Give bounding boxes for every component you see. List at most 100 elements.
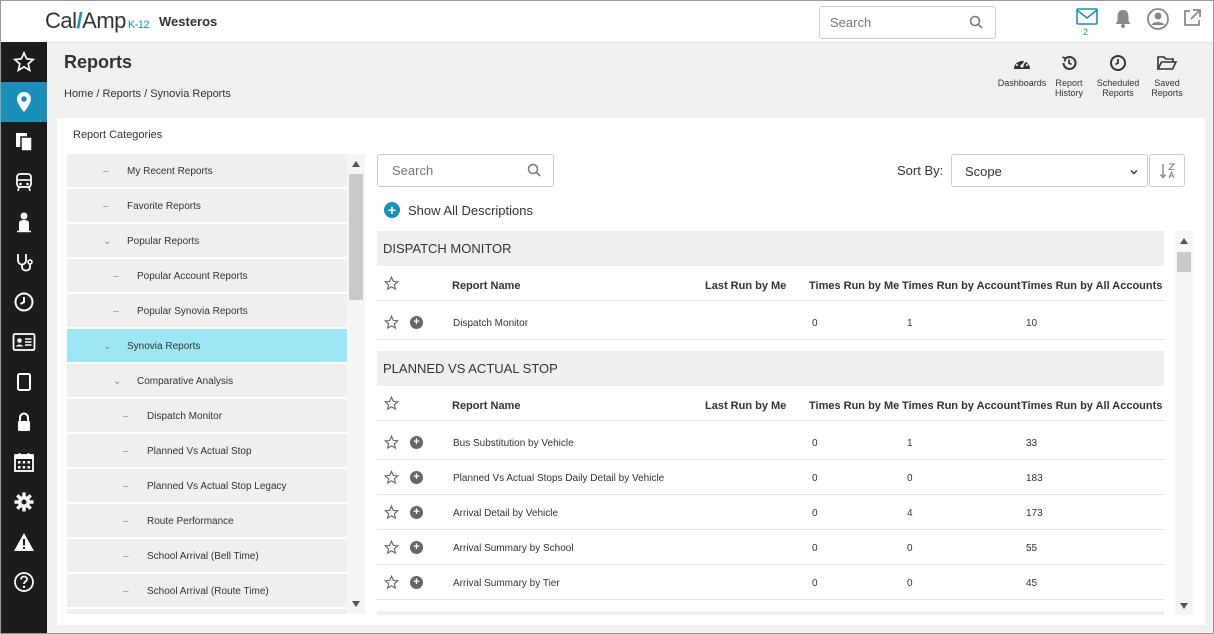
report-row[interactable]: + Arrival Detail by Vehicle 0 4 173 <box>377 495 1164 530</box>
star-icon[interactable] <box>383 395 400 414</box>
nav-contacts[interactable] <box>1 322 47 362</box>
nav-security[interactable] <box>1 402 47 442</box>
nav-reports[interactable] <box>1 122 47 162</box>
category-tree-item[interactable]: – Favorite Reports <box>67 189 347 224</box>
category-tree-item[interactable]: – Dispatch Monitor <box>67 399 347 434</box>
times-run-by-all: 33 <box>1026 438 1038 449</box>
report-name-link[interactable]: Arrival Summary by Tier <box>453 578 560 589</box>
reports-list-scrollbar[interactable] <box>1175 231 1193 615</box>
report-name-link[interactable]: Planned Vs Actual Stops Daily Detail by … <box>453 473 664 484</box>
column-header-times-me[interactable]: Times Run by Me <box>809 280 899 292</box>
add-circle-icon[interactable]: + <box>410 506 423 519</box>
report-row[interactable]: + Dispatch Monitor 0 1 10 <box>377 305 1164 340</box>
reports-list-scroll-thumb[interactable] <box>1177 252 1191 272</box>
category-tree-item[interactable]: ⌄ Synovia Reports <box>67 329 347 364</box>
star-icon[interactable] <box>383 275 400 294</box>
tablet-icon <box>17 373 31 391</box>
category-tree-item[interactable]: ⌄ Comparative Analysis <box>67 364 347 399</box>
category-tree-item[interactable]: – School Arrival (Route Time) <box>67 574 347 609</box>
add-circle-icon[interactable]: + <box>410 436 423 449</box>
breadcrumb[interactable]: Home / Reports / Synovia Reports <box>64 88 231 100</box>
external-link-icon[interactable] <box>1181 7 1205 33</box>
expand-chevron-icon[interactable]: ⌄ <box>113 376 121 387</box>
times-run-by-account: 0 <box>907 543 913 554</box>
category-tree-item[interactable]: – Popular Synovia Reports <box>67 294 347 329</box>
scheduled-reports-button[interactable]: Scheduled Reports <box>1090 54 1146 98</box>
nav-devices[interactable] <box>1 362 47 402</box>
nav-students[interactable] <box>1 202 47 242</box>
nav-history[interactable] <box>1 282 47 322</box>
report-row[interactable]: + Planned Vs Actual Stops Daily Detail by… <box>377 460 1164 495</box>
column-header-report-name[interactable]: Report Name <box>452 280 520 292</box>
saved-reports-button[interactable]: Saved Reports <box>1139 54 1195 98</box>
report-history-button[interactable]: Report History <box>1041 54 1097 98</box>
calamp-logo[interactable]: Cal/Amp K-12 <box>45 8 150 34</box>
category-tree-scrollbar[interactable] <box>347 154 365 614</box>
sort-by-select[interactable]: Scope <box>951 154 1148 187</box>
category-tree-scroll-thumb[interactable] <box>349 174 363 300</box>
nav-alerts[interactable] <box>1 522 47 562</box>
star-icon[interactable] <box>383 314 400 333</box>
expand-chevron-icon[interactable]: ⌄ <box>103 236 111 247</box>
search-icon[interactable] <box>969 15 983 34</box>
column-header-times-account[interactable]: Times Run by Account <box>902 400 1021 412</box>
nav-diagnostics[interactable] <box>1 242 47 282</box>
category-tree-item[interactable]: – Planned Vs Actual Stop <box>67 434 347 469</box>
expand-chevron-icon[interactable]: ⌄ <box>103 341 111 352</box>
times-run-by-me: 0 <box>812 508 818 519</box>
page-title: Reports <box>64 52 133 72</box>
add-circle-icon[interactable]: + <box>410 576 423 589</box>
report-row[interactable]: + Bus Substitution by Vehicle 0 1 33 <box>377 425 1164 460</box>
category-tree-item[interactable]: ⌄ Popular Reports <box>67 224 347 259</box>
show-all-descriptions-toggle[interactable]: + Show All Descriptions <box>384 202 533 218</box>
sort-direction-button[interactable] <box>1149 154 1185 187</box>
report-row[interactable]: + Arrival Summary by Tier 0 0 45 <box>377 565 1164 600</box>
report-search[interactable] <box>377 154 554 187</box>
report-name-link[interactable]: Arrival Summary by School <box>453 543 574 554</box>
leaf-dash-icon: – <box>123 446 129 457</box>
star-icon[interactable] <box>383 469 400 488</box>
star-icon[interactable] <box>383 539 400 558</box>
star-icon[interactable] <box>383 574 400 593</box>
times-run-by-all: 55 <box>1026 543 1038 554</box>
times-run-by-account: 0 <box>907 473 913 484</box>
category-tree-label: School Arrival (Route Time) <box>147 586 269 597</box>
nav-help[interactable] <box>1 562 47 602</box>
global-search[interactable] <box>819 6 996 39</box>
category-tree-item[interactable]: – Popular Account Reports <box>67 259 347 294</box>
nav-settings[interactable] <box>1 482 47 522</box>
nav-calendar[interactable] <box>1 442 47 482</box>
column-header-last-run[interactable]: Last Run by Me <box>705 400 786 412</box>
user-profile-icon[interactable] <box>1146 7 1170 33</box>
add-circle-icon[interactable]: + <box>410 541 423 554</box>
report-search-input[interactable] <box>378 155 518 186</box>
account-name[interactable]: Westeros <box>159 14 217 29</box>
add-circle-icon[interactable]: + <box>410 316 423 329</box>
category-tree-item[interactable]: – Route Performance <box>67 504 347 539</box>
nav-map[interactable] <box>1 82 47 122</box>
report-name-link[interactable]: Bus Substitution by Vehicle <box>453 438 574 449</box>
column-header-row: Report Name Last Run by Me Times Run by Me… <box>377 266 1164 301</box>
id-card-icon <box>12 333 36 351</box>
column-header-last-run[interactable]: Last Run by Me <box>705 280 786 292</box>
category-tree-item[interactable]: – Planned Vs Actual Stop Legacy <box>67 469 347 504</box>
column-header-report-name[interactable]: Report Name <box>452 400 520 412</box>
star-icon[interactable] <box>383 504 400 523</box>
nav-favorites[interactable] <box>1 42 47 82</box>
report-name-link[interactable]: Dispatch Monitor <box>453 318 528 329</box>
report-row[interactable]: + Arrival Summary by School 0 0 55 <box>377 530 1164 565</box>
star-icon[interactable] <box>383 434 400 453</box>
global-search-input[interactable] <box>820 7 960 38</box>
column-header-times-me[interactable]: Times Run by Me <box>809 400 899 412</box>
column-header-times-all[interactable]: Times Run by All Accounts <box>1021 280 1162 292</box>
column-header-times-all[interactable]: Times Run by All Accounts <box>1021 400 1162 412</box>
category-tree-item[interactable]: – My Recent Reports <box>67 154 347 189</box>
search-icon[interactable] <box>527 163 541 182</box>
mail-icon[interactable]: 2 <box>1075 7 1099 37</box>
nav-vehicles[interactable] <box>1 162 47 202</box>
bell-icon[interactable] <box>1112 7 1136 33</box>
category-tree-item[interactable]: – School Arrival (Bell Time) <box>67 539 347 574</box>
report-name-link[interactable]: Arrival Detail by Vehicle <box>453 508 558 519</box>
add-circle-icon[interactable]: + <box>410 471 423 484</box>
column-header-times-account[interactable]: Times Run by Account <box>902 280 1021 292</box>
